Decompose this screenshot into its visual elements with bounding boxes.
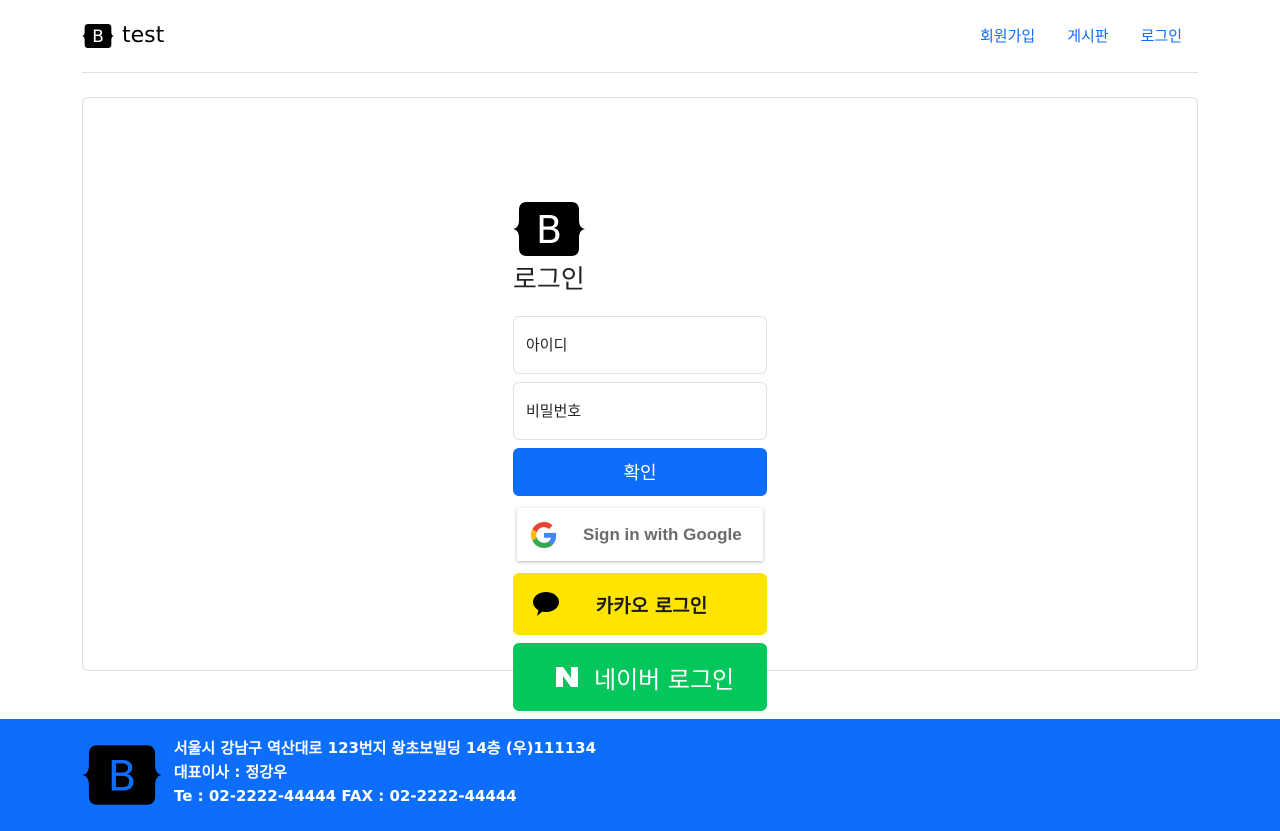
login-form: B 로그인 확인 <box>513 200 767 496</box>
brand-link[interactable]: B test <box>82 22 164 50</box>
brand-text: test <box>122 23 165 48</box>
bootstrap-logo-icon: B <box>82 24 114 48</box>
footer-ceo: 대표이사 : 정강우 <box>174 763 288 781</box>
google-g-icon <box>531 521 557 548</box>
bootstrap-logo-icon: B <box>82 745 162 805</box>
footer-contact: Te : 02-2222-44444 FAX : 02-2222-44444 <box>174 787 517 805</box>
nav-signup-link[interactable]: 회원가입 <box>964 24 1051 48</box>
site-header: B test 회원가입 게시판 로그인 <box>82 0 1198 73</box>
kakao-speech-bubble-icon <box>533 592 559 616</box>
google-signin-label: Sign in with Google <box>583 524 742 544</box>
kakao-login-button[interactable]: 카카오 로그인 <box>513 573 767 635</box>
svg-text:B: B <box>536 208 562 252</box>
nav-board-link[interactable]: 게시판 <box>1051 24 1124 48</box>
login-title: 로그인 <box>513 265 585 295</box>
footer-address: 서울시 강남구 역산대로 123번지 왕초보빌딩 14층 (우)111134 <box>174 739 597 757</box>
nav-login-link[interactable]: 로그인 <box>1125 24 1198 48</box>
id-input[interactable] <box>513 316 767 374</box>
google-signin-button[interactable]: Sign in with Google <box>517 508 763 561</box>
bootstrap-logo-icon: B <box>513 202 585 256</box>
top-nav: 회원가입 게시판 로그인 <box>964 24 1198 48</box>
naver-login-label: 네이버 로그인 <box>594 665 735 694</box>
site-footer: B 서울시 강남구 역산대로 123번지 왕초보빌딩 14층 (우)111134… <box>0 719 1280 831</box>
svg-text:B: B <box>108 751 137 800</box>
kakao-login-label: 카카오 로그인 <box>596 594 708 617</box>
footer-info: 서울시 강남구 역산대로 123번지 왕초보빌딩 14층 (우)111134 대… <box>174 736 596 808</box>
svg-text:B: B <box>92 26 104 46</box>
naver-login-button[interactable]: 네이버 로그인 <box>513 643 767 711</box>
confirm-button[interactable]: 확인 <box>513 448 767 496</box>
naver-n-icon <box>556 667 578 687</box>
password-input[interactable] <box>513 382 767 440</box>
